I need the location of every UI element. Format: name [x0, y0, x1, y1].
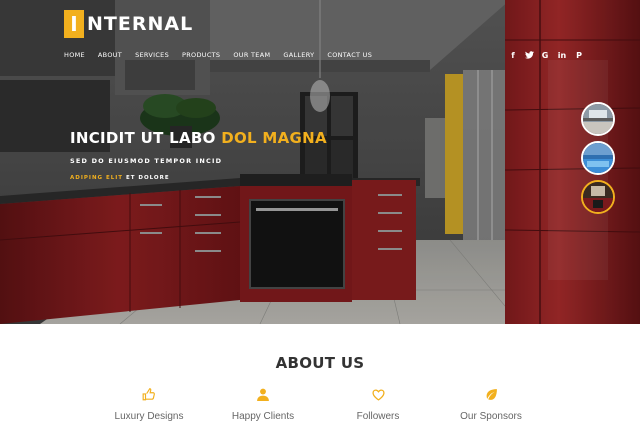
linkedin-icon[interactable]: in: [557, 51, 567, 61]
leaf-icon: [431, 388, 551, 404]
brand-logo[interactable]: I NTERNAL: [64, 10, 193, 38]
nav-gallery[interactable]: GALLERY: [283, 51, 314, 59]
hero-subtitle: SED DO EIUSMOD TEMPOR INCID: [70, 157, 223, 165]
logo-text: NTERNAL: [87, 13, 194, 35]
feature-label: Followers: [356, 411, 400, 422]
hero-tagline-highlight: ADIPING ELIT: [70, 175, 124, 181]
slide-thumbnail-1[interactable]: [581, 102, 615, 136]
heart-icon: [318, 388, 438, 404]
logo-initial: I: [64, 10, 84, 38]
hero-tagline-rest: ET DOLORE: [123, 175, 170, 181]
facebook-icon[interactable]: f: [509, 51, 517, 61]
hero-tagline: ADIPING ELIT ET DOLORE: [70, 175, 170, 181]
main-nav: HOME ABOUT SERVICES PRODUCTS OUR TEAM GA…: [64, 51, 385, 59]
slide-thumbnail-2[interactable]: [581, 141, 615, 175]
nav-about[interactable]: ABOUT: [98, 51, 122, 59]
about-title: ABOUT US: [275, 354, 365, 372]
feature-our-sponsors: Our Sponsors: [431, 388, 551, 422]
feature-followers: Followers: [318, 388, 438, 422]
nav-contact-us[interactable]: CONTACT US: [327, 51, 372, 59]
feature-label: Our Sponsors: [460, 411, 522, 422]
hero-title-main: INCIDIT UT LABO: [70, 129, 222, 147]
slider-thumbnails: [581, 102, 615, 219]
hero-banner: I NTERNAL HOME ABOUT SERVICES PRODUCTS O…: [0, 0, 640, 324]
social-links: f G in P: [509, 51, 583, 61]
nav-our-team[interactable]: OUR TEAM: [233, 51, 270, 59]
pinterest-icon[interactable]: P: [575, 51, 583, 61]
hero-title: INCIDIT UT LABO DOL MAGNA: [70, 129, 327, 147]
google-icon[interactable]: G: [541, 51, 549, 61]
feature-happy-clients: Happy Clients: [203, 388, 323, 422]
thumbs-up-icon: [89, 388, 209, 404]
user-icon: [203, 388, 323, 404]
slide-thumbnail-3[interactable]: [581, 180, 615, 214]
feature-luxury-designs: Luxury Designs: [89, 388, 209, 422]
twitter-icon[interactable]: [525, 51, 534, 61]
feature-label: Luxury Designs: [114, 411, 184, 422]
hero-title-highlight: DOL MAGNA: [221, 129, 327, 147]
feature-label: Happy Clients: [231, 411, 295, 422]
about-features: Luxury Designs Happy Clients Followers O…: [0, 388, 640, 426]
nav-products[interactable]: PRODUCTS: [182, 51, 220, 59]
nav-home[interactable]: HOME: [64, 51, 85, 59]
nav-services[interactable]: SERVICES: [135, 51, 169, 59]
